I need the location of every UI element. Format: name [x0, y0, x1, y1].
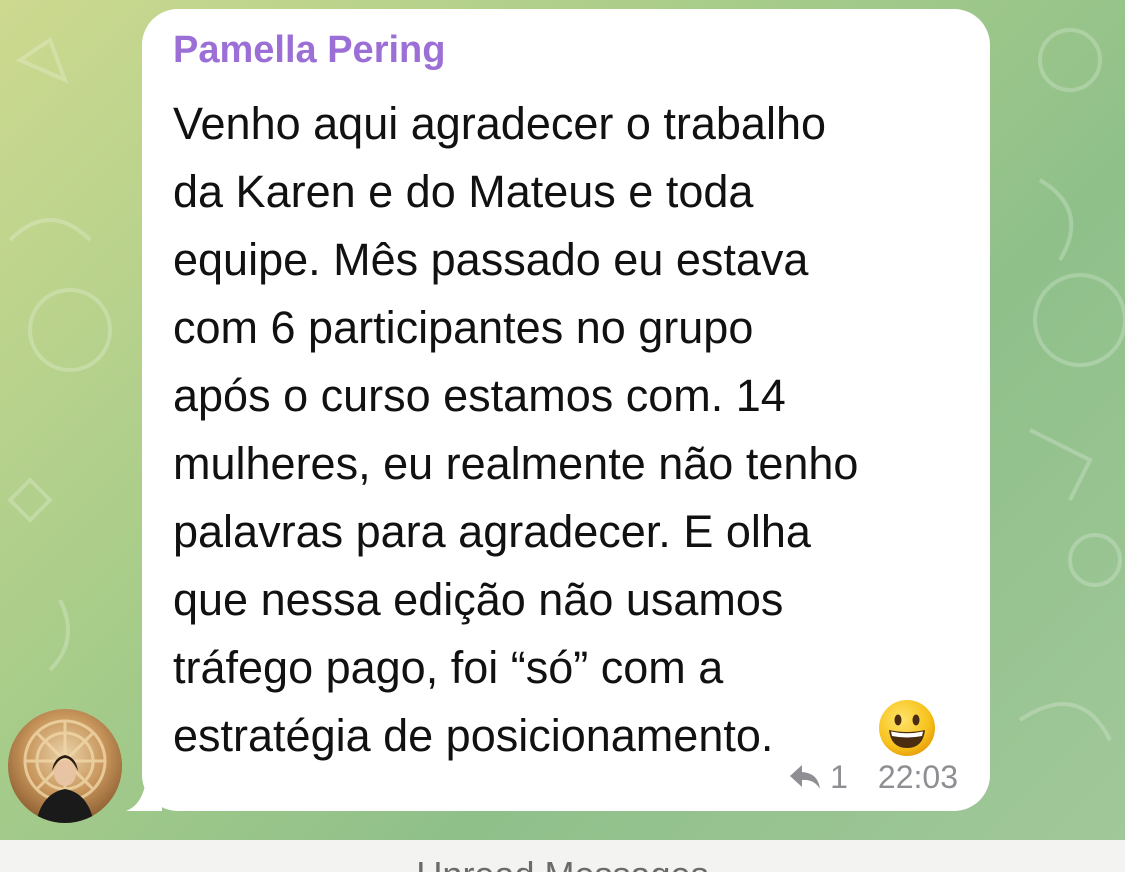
sender-avatar[interactable] [8, 709, 122, 823]
message-text-line: tráfego pago, foi “só” com a [173, 642, 724, 693]
message-text-line: com 6 participantes no grupo [173, 302, 754, 353]
reply-icon[interactable] [788, 763, 822, 791]
avatar-photo [23, 719, 107, 823]
message-text-line: mulheres, eu realmente não tenho [173, 438, 859, 489]
message-text-line: após o curso estamos com. 14 [173, 370, 786, 421]
message-text-line: que nessa edição não usamos [173, 574, 784, 625]
message-time: 22:03 [877, 758, 958, 795]
message-bubble[interactable]: Pamella Pering Venho aqui agradecer o tr… [142, 9, 990, 811]
message-text-line: palavras para agradecer. E olha [173, 506, 811, 557]
reply-count[interactable]: 1 [830, 759, 848, 796]
unread-messages-divider: Unread Messages [0, 840, 1125, 872]
unread-messages-label: Unread Messages [0, 854, 1125, 872]
message-text-line: equipe. Mês passado eu estava [173, 234, 809, 285]
sender-name[interactable]: Pamella Pering [173, 29, 445, 72]
message-text-line: Venho aqui agradecer o trabalho [173, 98, 827, 149]
message-meta: 1 22:03 [788, 759, 958, 795]
message-text-line: da Karen e do Mateus e toda [173, 166, 754, 217]
message-text-line: estratégia de posicionamento. [173, 710, 774, 761]
grinning-face-emoji-icon [879, 700, 935, 756]
